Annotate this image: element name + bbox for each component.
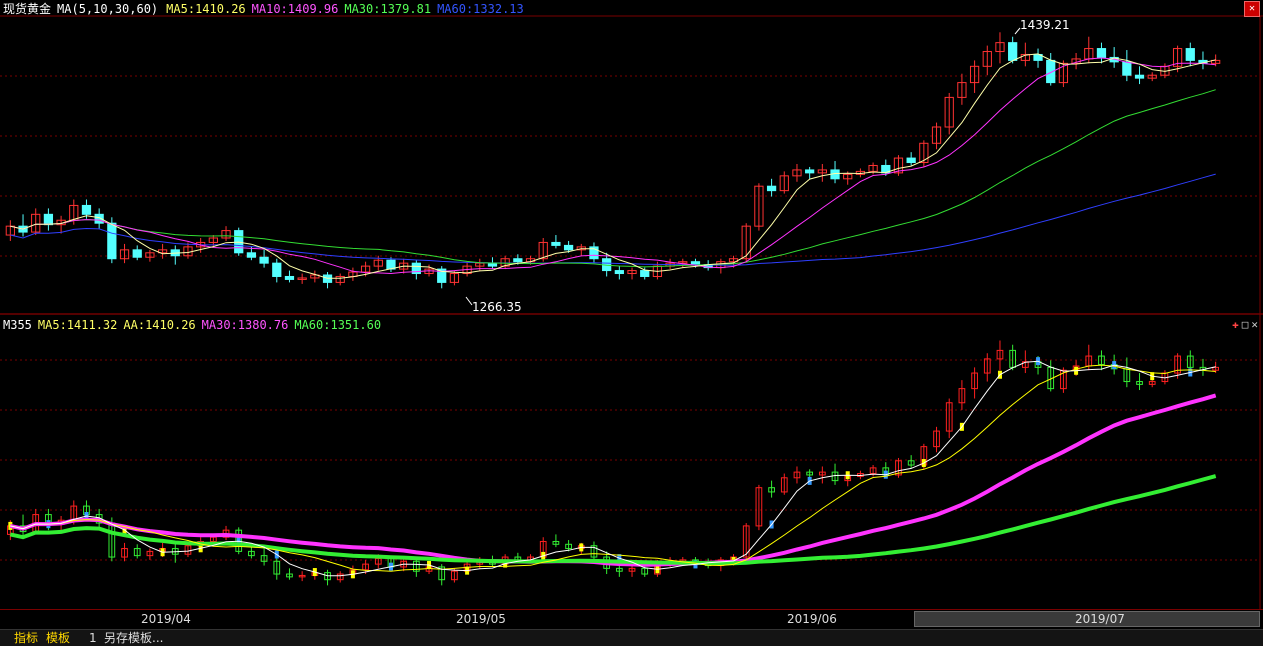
ind-aa-line [10,364,1216,572]
candle-body [551,241,561,246]
ind-ma30-line [9,393,1217,567]
candle-body [43,213,54,226]
candle-body [805,169,815,174]
high-annotation: 1439.21 [1020,18,1070,32]
ma60-value: MA60:1332.13 [437,2,524,16]
candle-body [690,261,701,266]
indicator-panel-header: M355 MA5:1411.32 AA:1410.26 MA30:1380.76 MA6… [3,317,387,333]
candle-body [107,222,117,260]
indicator-panel[interactable] [6,340,1220,586]
instrument-name: 现货黄金 [3,2,52,16]
candle-body [614,270,624,275]
ind-ma60-value: MA60:1351.60 [294,318,382,332]
candle-body [513,258,523,263]
date-label: 2019/05 [456,612,506,626]
ma10-value: MA10:1409.96 [251,2,339,16]
date-label: 2019/06 [787,612,837,626]
candle-body [1008,42,1018,61]
candle-body [487,262,498,267]
candle-body [259,256,269,264]
candle-body [1096,48,1107,58]
add-icon[interactable]: ✚ [1232,318,1242,331]
indicator-label[interactable]: MA(5,10,30,60) [57,2,158,16]
date-label: 2019/07 [1075,612,1125,626]
candle-body [1122,61,1132,76]
ind-aa-value: AA:1410.26 [123,318,196,332]
low-annotation: 1266.35 [472,300,522,314]
ma30-value: MA30:1379.81 [344,2,432,16]
candle-body [246,252,257,258]
candle-body [284,275,295,280]
price-panel[interactable] [5,32,1221,289]
candle-body [563,244,574,251]
grid-lines [0,15,1263,609]
status-bar: 指标 模板 1 另存模板... [0,629,1263,646]
template-number: 1 [89,631,97,645]
candle-body [272,262,282,277]
candle-body [640,270,650,277]
date-label: 2019/04 [141,612,191,626]
candle-body [906,157,916,164]
candle-body [132,249,142,258]
ma30-line [10,89,1216,268]
candle-body [81,204,92,215]
ma10-line [10,57,1216,275]
candle-body [766,185,777,192]
tab-template[interactable]: 模板 [46,630,70,646]
panel-controls[interactable]: ✚□✕ [1232,318,1261,331]
ma5-value: MA5:1410.26 [166,2,246,16]
save-template-button[interactable]: 另存模板... [104,630,163,646]
price-panel-header: 现货黄金 MA(5,10,30,60) MA5:1410.26 MA10:1409.9… [3,1,530,17]
maximize-icon[interactable]: □ [1242,318,1252,331]
candle-body [1134,74,1145,79]
close-panel-icon[interactable]: ✕ [1251,318,1261,331]
indicator-name: M355 [3,318,32,332]
close-icon[interactable]: ✕ [1244,1,1260,17]
ind-ma30-value: MA30:1380.76 [201,318,289,332]
tab-indicator[interactable]: 指标 [14,630,38,646]
candle-body [1185,48,1195,61]
ind-ma5-value: MA5:1411.32 [37,318,118,332]
